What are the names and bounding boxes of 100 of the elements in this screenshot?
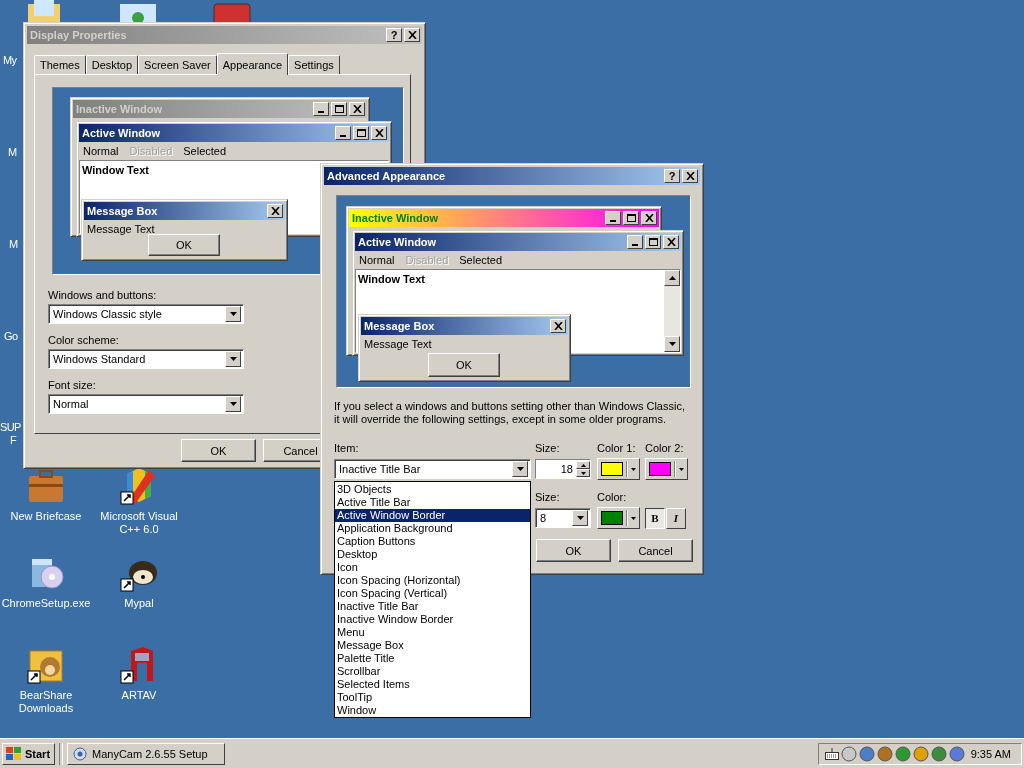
field-label: Size:: [535, 491, 561, 504]
minimize-button[interactable]: [605, 211, 621, 225]
maximize-icon: [334, 105, 344, 113]
list-item[interactable]: Window: [335, 704, 530, 717]
keyboard-icon[interactable]: [825, 747, 839, 760]
maximize-button[interactable]: [645, 235, 661, 249]
info-text: If you select a windows and buttons setting other than Windows Classic, it will override the following settings, except in some older programs.: [334, 400, 686, 426]
maximize-button[interactable]: [623, 211, 639, 225]
clock: 9:35 AM: [970, 747, 1011, 760]
size-spinner[interactable]: 18: [535, 459, 591, 479]
close-icon: [352, 105, 362, 113]
window-title: Advanced Appearance: [327, 170, 447, 182]
start-button[interactable]: Start: [2, 742, 55, 765]
icon-label: BearShare Downloads: [17, 689, 75, 715]
dialog-button[interactable]: Cancel: [618, 539, 693, 562]
caret-icon: [229, 312, 237, 316]
tray-icon[interactable]: [859, 745, 875, 762]
icon-label: Mypal: [123, 597, 155, 610]
list-item[interactable]: Message Box: [335, 639, 530, 652]
close-icon: [553, 322, 563, 330]
tray-icon[interactable]: [877, 745, 893, 762]
close-button[interactable]: [267, 204, 283, 218]
tab[interactable]: Appearance: [216, 53, 289, 75]
help-button[interactable]: ?: [386, 28, 402, 42]
help-button[interactable]: ?: [664, 169, 680, 183]
tab[interactable]: Settings: [288, 55, 340, 74]
window-title: Message Box: [364, 320, 436, 332]
list-item[interactable]: Icon: [335, 561, 530, 574]
tray-icon[interactable]: [913, 745, 929, 762]
up-arrow-icon: [580, 463, 586, 467]
maximize-icon: [356, 129, 366, 137]
icon-label: Go: [4, 330, 18, 342]
list-item[interactable]: Active Title Bar: [335, 496, 530, 509]
icon-label: ChromeSetup.exe: [0, 597, 92, 610]
list-item[interactable]: Caption Buttons: [335, 535, 530, 548]
color-picker[interactable]: [645, 458, 688, 480]
icon-label: New Briefcase: [9, 510, 83, 523]
window-title: Inactive Window: [76, 103, 164, 115]
list-item[interactable]: Scrollbar: [335, 665, 530, 678]
sample-menu-label: Normal: [83, 145, 119, 157]
close-button[interactable]: [663, 235, 679, 249]
list-item[interactable]: Menu: [335, 626, 530, 639]
ok-button[interactable]: OK: [428, 353, 500, 377]
close-icon: [407, 31, 417, 39]
list-item[interactable]: Icon Spacing (Horizontal): [335, 574, 530, 587]
window-title: Active Window: [82, 127, 162, 139]
close-button[interactable]: [550, 319, 566, 333]
camera-icon: [72, 745, 88, 762]
minimize-button[interactable]: [335, 126, 351, 140]
italic-button[interactable]: I: [666, 507, 686, 529]
color-picker[interactable]: [597, 458, 640, 480]
dialog-button[interactable]: OK: [536, 539, 611, 562]
list-item[interactable]: Inactive Title Bar: [335, 600, 530, 613]
list-item[interactable]: ToolTip: [335, 691, 530, 704]
list-item[interactable]: Active Window Border: [335, 509, 530, 522]
tab[interactable]: Desktop: [85, 55, 139, 74]
dropdown[interactable]: Inactive Title Bar: [334, 459, 531, 479]
list-item[interactable]: Desktop: [335, 548, 530, 561]
close-button[interactable]: [349, 102, 365, 116]
list-item[interactable]: 3D Objects: [335, 483, 530, 496]
windows-flag-icon: [6, 746, 22, 761]
app-icon[interactable]: [212, 0, 252, 24]
tab[interactable]: Themes: [34, 55, 86, 74]
caret-icon: [679, 467, 684, 471]
bold-button[interactable]: B: [645, 507, 665, 529]
list-item[interactable]: Icon Spacing (Vertical): [335, 587, 530, 600]
close-button[interactable]: [371, 126, 387, 140]
window-text: Window Text: [82, 164, 149, 176]
close-button[interactable]: [641, 211, 657, 225]
taskbar-button[interactable]: ManyCam 2.6.55 Setup: [67, 742, 225, 765]
maximize-icon: [626, 214, 636, 222]
dropdown[interactable]: Windows Standard: [48, 349, 244, 369]
ok-button[interactable]: OK: [148, 234, 220, 256]
list-item[interactable]: Application Background: [335, 522, 530, 535]
minimize-button[interactable]: [313, 102, 329, 116]
icon-label: SUP: [0, 421, 21, 433]
tray-icon[interactable]: [949, 745, 965, 762]
list-item[interactable]: Palette Title: [335, 652, 530, 665]
field-label: Color 1:: [597, 442, 637, 455]
tray-icon[interactable]: [931, 745, 947, 762]
window-title: Inactive Window: [352, 212, 440, 224]
maximize-button[interactable]: [353, 126, 369, 140]
dialog-button[interactable]: OK: [181, 439, 256, 462]
list-item[interactable]: Inactive Window Border: [335, 613, 530, 626]
window-title: Active Window: [358, 236, 438, 248]
icon-label: Microsoft Visual C++ 6.0: [99, 510, 179, 536]
field-label: Windows and buttons:: [48, 289, 157, 301]
scrollbar[interactable]: [664, 270, 680, 352]
maximize-button[interactable]: [331, 102, 347, 116]
minimize-button[interactable]: [627, 235, 643, 249]
tray-icon[interactable]: [895, 745, 911, 762]
list-item[interactable]: Selected Items: [335, 678, 530, 691]
dropdown[interactable]: Normal: [48, 394, 244, 414]
color-picker[interactable]: [597, 507, 640, 529]
font-size-dropdown[interactable]: 8: [535, 508, 591, 528]
close-button[interactable]: [404, 28, 420, 42]
sample-menu-label: Selected: [183, 145, 227, 157]
dropdown[interactable]: Windows Classic style: [48, 304, 244, 324]
tab[interactable]: Screen Saver: [138, 55, 217, 74]
close-button[interactable]: [682, 169, 698, 183]
